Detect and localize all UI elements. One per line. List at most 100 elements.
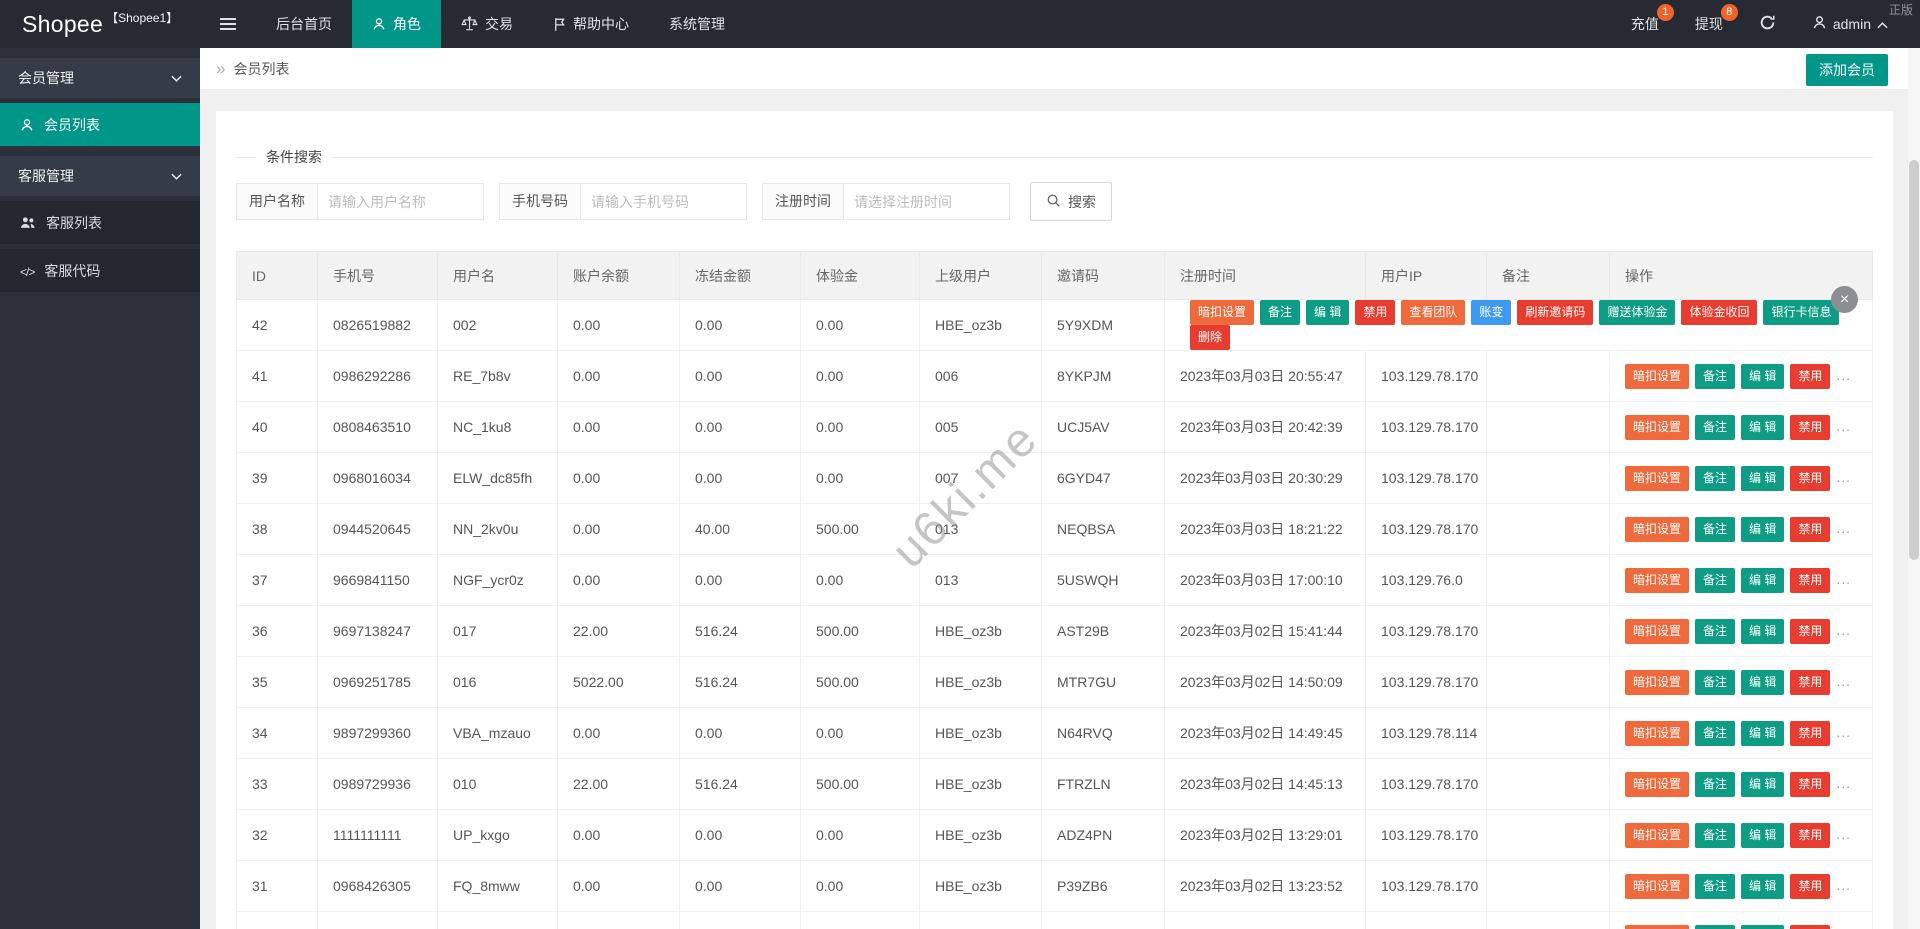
- sidebar-item[interactable]: </> 客服代码: [0, 249, 200, 292]
- action-button[interactable]: 暗扣设置: [1625, 771, 1690, 797]
- action-button[interactable]: 禁用: [1355, 300, 1396, 325]
- action-button[interactable]: 备注: [1695, 771, 1736, 797]
- vertical-scrollbar[interactable]: [1908, 48, 1920, 929]
- action-button[interactable]: 删除: [1190, 325, 1231, 350]
- action-button[interactable]: 编 辑: [1741, 771, 1785, 797]
- cell-note: [1486, 758, 1610, 810]
- nav-item-3[interactable]: 交易: [441, 0, 533, 48]
- more-actions-button[interactable]: ...: [1836, 724, 1851, 740]
- nav-item-2[interactable]: 角色: [352, 0, 441, 48]
- action-button[interactable]: 备注: [1695, 720, 1736, 746]
- search-button[interactable]: 搜索: [1030, 182, 1112, 221]
- action-button[interactable]: 编 辑: [1741, 873, 1785, 899]
- search-input-3[interactable]: [844, 183, 1010, 220]
- nav-item-4[interactable]: 帮助中心: [533, 0, 649, 48]
- action-button[interactable]: 备注: [1695, 924, 1736, 929]
- action-button[interactable]: 禁用: [1790, 618, 1831, 644]
- search-input-2[interactable]: [581, 183, 747, 220]
- recharge-link[interactable]: 充值 1: [1613, 0, 1677, 48]
- action-button[interactable]: 暗扣设置: [1625, 618, 1690, 644]
- nav-item-1[interactable]: 后台首页: [256, 0, 352, 48]
- action-button[interactable]: 暗扣设置: [1625, 516, 1690, 542]
- action-button[interactable]: 备注: [1695, 618, 1736, 644]
- action-button[interactable]: 暗扣设置: [1625, 924, 1690, 929]
- table-row: 39 0968016034 ELW_dc85fh 0.00 0.00 0.00 007 6GY…: [236, 452, 1873, 504]
- action-button[interactable]: 暗扣设置: [1625, 669, 1690, 695]
- action-button[interactable]: 禁用: [1790, 567, 1831, 593]
- action-button[interactable]: 编 辑: [1741, 363, 1785, 389]
- action-button[interactable]: 暗扣设置: [1625, 720, 1690, 746]
- cell-reg-time: 2023年03月03日 20:42:39: [1164, 401, 1366, 453]
- cell-id: 35: [236, 656, 318, 708]
- action-button[interactable]: 暗扣设置: [1625, 465, 1690, 491]
- more-actions-button[interactable]: ...: [1836, 418, 1851, 434]
- action-button[interactable]: 编 辑: [1741, 720, 1785, 746]
- action-button[interactable]: 编 辑: [1741, 414, 1785, 440]
- action-button[interactable]: 禁用: [1790, 669, 1831, 695]
- add-member-button[interactable]: 添加会员: [1806, 54, 1888, 86]
- scrollbar-thumb[interactable]: [1909, 160, 1919, 560]
- action-button[interactable]: 备注: [1695, 873, 1736, 899]
- action-button[interactable]: 编 辑: [1741, 822, 1785, 848]
- search-icon: [1046, 193, 1061, 211]
- action-button[interactable]: 备注: [1695, 669, 1736, 695]
- action-button[interactable]: 查看团队: [1401, 300, 1466, 325]
- more-actions-button[interactable]: ...: [1836, 469, 1851, 485]
- action-button[interactable]: 禁用: [1790, 720, 1831, 746]
- action-button[interactable]: 暗扣设置: [1625, 363, 1690, 389]
- action-button[interactable]: 备注: [1695, 465, 1736, 491]
- action-button[interactable]: 暗扣设置: [1625, 822, 1690, 848]
- sidebar-item[interactable]: 会员列表: [0, 103, 200, 146]
- cell-actions: 暗扣设置备注编 辑禁用...: [1609, 860, 1873, 912]
- sidebar-item[interactable]: 客服列表: [0, 201, 200, 244]
- more-actions-button[interactable]: ...: [1836, 571, 1851, 587]
- more-actions-button[interactable]: ...: [1836, 826, 1851, 842]
- action-button[interactable]: 编 辑: [1741, 924, 1785, 929]
- action-button[interactable]: 备注: [1260, 300, 1301, 325]
- action-button[interactable]: 备注: [1695, 363, 1736, 389]
- action-button[interactable]: 暗扣设置: [1625, 567, 1690, 593]
- action-button[interactable]: 编 辑: [1741, 516, 1785, 542]
- action-button[interactable]: 编 辑: [1741, 465, 1785, 491]
- action-button[interactable]: 禁用: [1790, 924, 1831, 929]
- sidebar-group-1[interactable]: 会员管理: [0, 58, 200, 98]
- more-actions-button[interactable]: ...: [1836, 673, 1851, 689]
- more-actions-button[interactable]: ...: [1836, 520, 1851, 536]
- action-button[interactable]: 禁用: [1790, 516, 1831, 542]
- action-button[interactable]: 备注: [1695, 414, 1736, 440]
- close-icon[interactable]: ×: [1831, 286, 1858, 313]
- refresh-button[interactable]: [1741, 0, 1794, 48]
- action-button[interactable]: 刷新邀请码: [1517, 300, 1594, 325]
- more-actions-button[interactable]: ...: [1836, 877, 1851, 893]
- more-actions-button[interactable]: ...: [1836, 775, 1851, 791]
- action-button[interactable]: 禁用: [1790, 822, 1831, 848]
- action-button[interactable]: 备注: [1695, 567, 1736, 593]
- action-button[interactable]: 银行卡信息: [1763, 300, 1840, 325]
- action-button[interactable]: 编 辑: [1741, 618, 1785, 644]
- action-button[interactable]: 体验金收回: [1681, 300, 1758, 325]
- nav-item-5[interactable]: 系统管理: [649, 0, 745, 48]
- action-button[interactable]: 禁用: [1790, 771, 1831, 797]
- hamburger-menu-icon[interactable]: [200, 0, 256, 48]
- action-button[interactable]: 备注: [1695, 516, 1736, 542]
- cell-note: [1486, 860, 1610, 912]
- action-button[interactable]: 禁用: [1790, 414, 1831, 440]
- action-button[interactable]: 暗扣设置: [1625, 414, 1690, 440]
- action-button[interactable]: 备注: [1695, 822, 1736, 848]
- action-button[interactable]: 禁用: [1790, 465, 1831, 491]
- member-table: ID 手机号 用户名 账户余额 冻结金额 体验金 上级用户 邀请码 注册时间 用户IP 备注 操作 4…: [236, 251, 1873, 929]
- action-button[interactable]: 禁用: [1790, 363, 1831, 389]
- more-actions-button[interactable]: ...: [1836, 367, 1851, 383]
- action-button[interactable]: 编 辑: [1741, 669, 1785, 695]
- search-input-1[interactable]: [318, 183, 484, 220]
- action-button[interactable]: 暗扣设置: [1190, 300, 1255, 325]
- sidebar-group-2[interactable]: 客服管理: [0, 156, 200, 196]
- more-actions-button[interactable]: ...: [1836, 622, 1851, 638]
- action-button[interactable]: 编 辑: [1306, 300, 1350, 325]
- action-button[interactable]: 禁用: [1790, 873, 1831, 899]
- withdraw-link[interactable]: 提现 8: [1677, 0, 1741, 48]
- action-button[interactable]: 暗扣设置: [1625, 873, 1690, 899]
- action-button[interactable]: 赠送体验金: [1599, 300, 1676, 325]
- action-button[interactable]: 编 辑: [1741, 567, 1785, 593]
- action-button[interactable]: 账变: [1471, 300, 1512, 325]
